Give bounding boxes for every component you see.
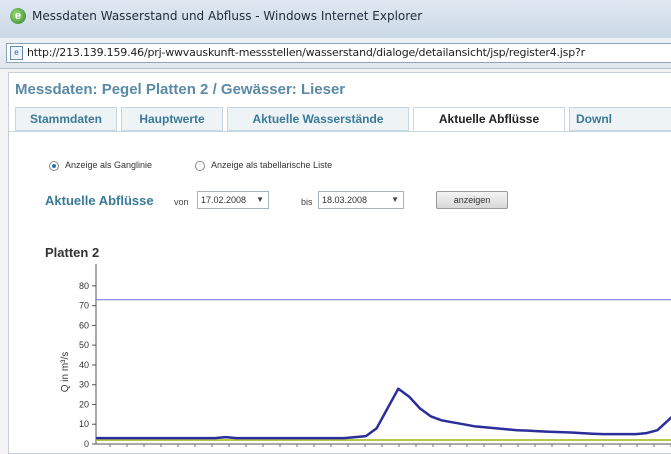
url-text: http://213.139.159.46/prj-wwvauskunft-me… — [27, 46, 585, 59]
y-tick-label: 20 — [79, 399, 89, 409]
window-title: Messdaten Wasserstand und Abfluss - Wind… — [32, 9, 423, 23]
y-tick-label: 40 — [79, 360, 89, 370]
url-field[interactable]: e http://213.139.159.46/prj-wwvauskunft-… — [6, 43, 671, 63]
y-tick-label: 70 — [79, 301, 89, 311]
y-tick-label: 80 — [79, 281, 89, 291]
y-tick-label: 60 — [79, 320, 89, 330]
address-bar: e http://213.139.159.46/prj-wwvauskunft-… — [0, 38, 671, 69]
internet-explorer-icon: e — [10, 8, 26, 24]
y-axis-label: Q in m³/s — [60, 352, 71, 393]
discharge-chart: 01020304050607080Q in m³/s — [60, 264, 671, 449]
y-tick-label: 50 — [79, 340, 89, 350]
window-titlebar: e Messdaten Wasserstand und Abfluss - Wi… — [0, 0, 671, 39]
y-tick-label: 10 — [79, 419, 89, 429]
page-icon: e — [10, 46, 23, 60]
y-tick-label: 30 — [79, 380, 89, 390]
discharge-series-line — [96, 387, 671, 440]
page-content: Messdaten: Pegel Platten 2 / Gewässer: L… — [8, 72, 671, 454]
